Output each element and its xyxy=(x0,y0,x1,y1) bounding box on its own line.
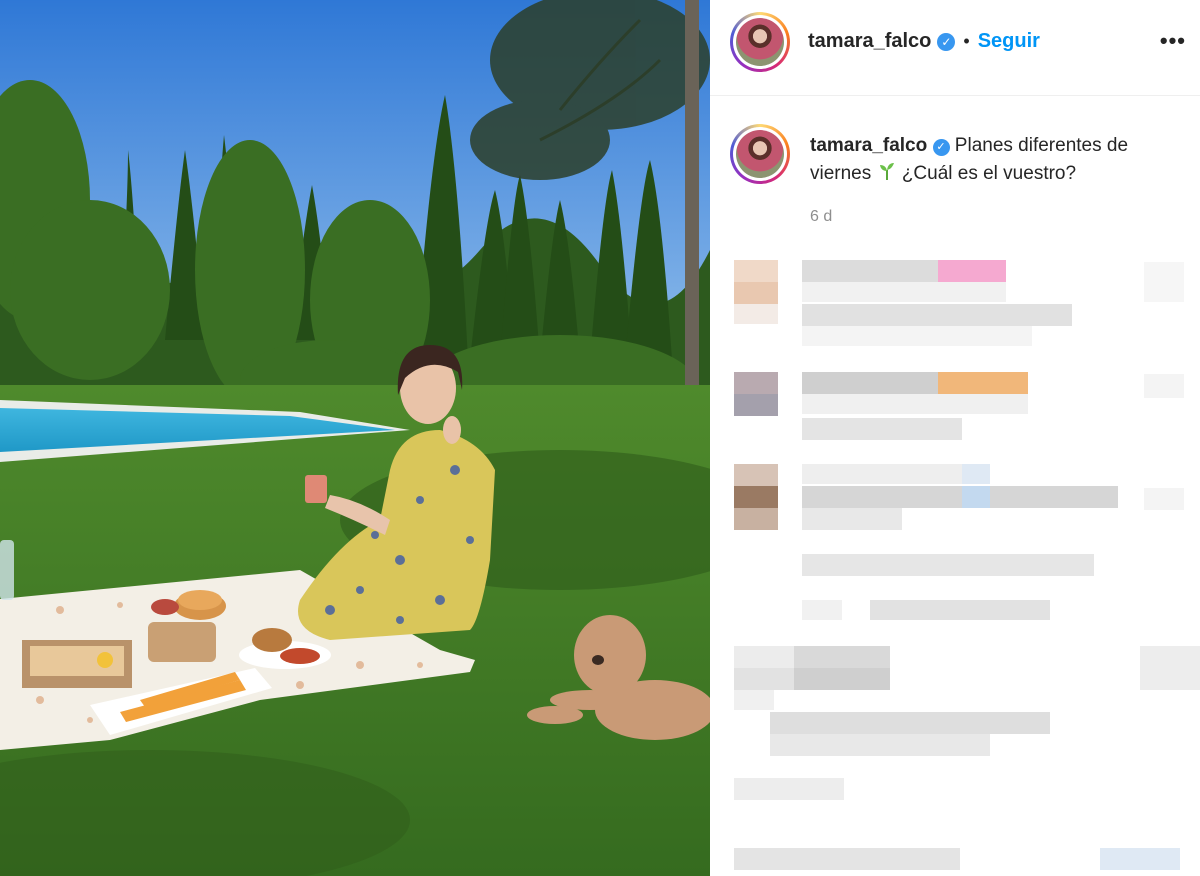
blurred-comments xyxy=(710,250,1200,876)
caption-text: tamara_falco ✓ Planes diferentes de vier… xyxy=(810,132,1190,188)
avatar[interactable] xyxy=(730,12,790,72)
separator-dot: • xyxy=(963,31,970,51)
seedling-emoji-icon xyxy=(879,163,894,180)
follow-button[interactable]: Seguir xyxy=(978,30,1040,53)
post-photo[interactable] xyxy=(0,0,710,876)
verified-badge-icon: ✓ xyxy=(937,32,956,51)
picnic-photo-illustration xyxy=(0,0,710,876)
more-options-icon[interactable]: ••• xyxy=(1160,28,1186,54)
caption-username[interactable]: tamara_falco xyxy=(810,135,927,156)
header-username[interactable]: tamara_falco xyxy=(808,30,931,53)
post-sidebar: tamara_falco ✓ • Seguir ••• tamara_falco… xyxy=(710,0,1200,876)
caption-line-2: ¿Cuál es el vuestro? xyxy=(901,163,1077,184)
post-timestamp[interactable]: 6 d xyxy=(810,208,832,226)
verified-badge-icon: ✓ xyxy=(932,139,950,156)
post-header: tamara_falco ✓ • Seguir ••• xyxy=(710,0,1200,96)
caption-avatar[interactable] xyxy=(730,124,790,184)
